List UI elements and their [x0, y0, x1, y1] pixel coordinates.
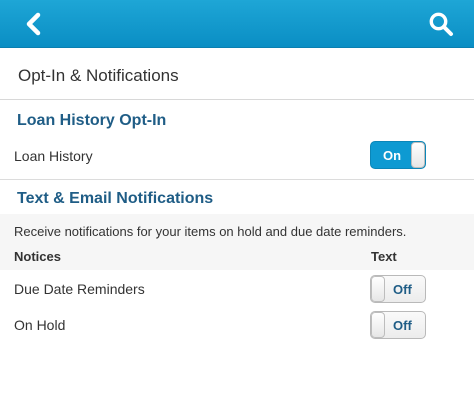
divider: [0, 179, 474, 180]
due-date-reminders-toggle[interactable]: Off: [370, 275, 426, 303]
loan-history-toggle[interactable]: On: [370, 141, 426, 169]
notifications-description: Receive notifications for your items on …: [14, 224, 407, 239]
toggle-knob: [371, 312, 385, 338]
loan-history-label: Loan History: [14, 148, 93, 164]
notifications-description-band: Receive notifications for your items on …: [0, 214, 474, 270]
toggle-state-label: Off: [393, 282, 412, 297]
on-hold-toggle[interactable]: Off: [370, 311, 426, 339]
due-date-reminders-label: Due Date Reminders: [14, 281, 145, 297]
page-title-bar: Opt-In & Notifications: [0, 49, 474, 100]
loan-history-heading: Loan History Opt-In: [17, 112, 167, 129]
search-icon[interactable]: [428, 11, 454, 37]
toggle-knob: [411, 142, 425, 168]
back-icon[interactable]: [22, 11, 46, 37]
toggle-state-label: On: [383, 148, 402, 163]
page-title: Opt-In & Notifications: [18, 66, 179, 85]
top-app-bar: [0, 0, 474, 48]
notifications-heading: Text & Email Notifications: [17, 190, 214, 207]
toggle-state-label: Off: [393, 318, 412, 333]
column-header-notices: Notices: [14, 249, 61, 264]
column-header-text: Text: [371, 249, 397, 264]
on-hold-label: On Hold: [14, 317, 66, 333]
toggle-knob: [371, 276, 385, 302]
